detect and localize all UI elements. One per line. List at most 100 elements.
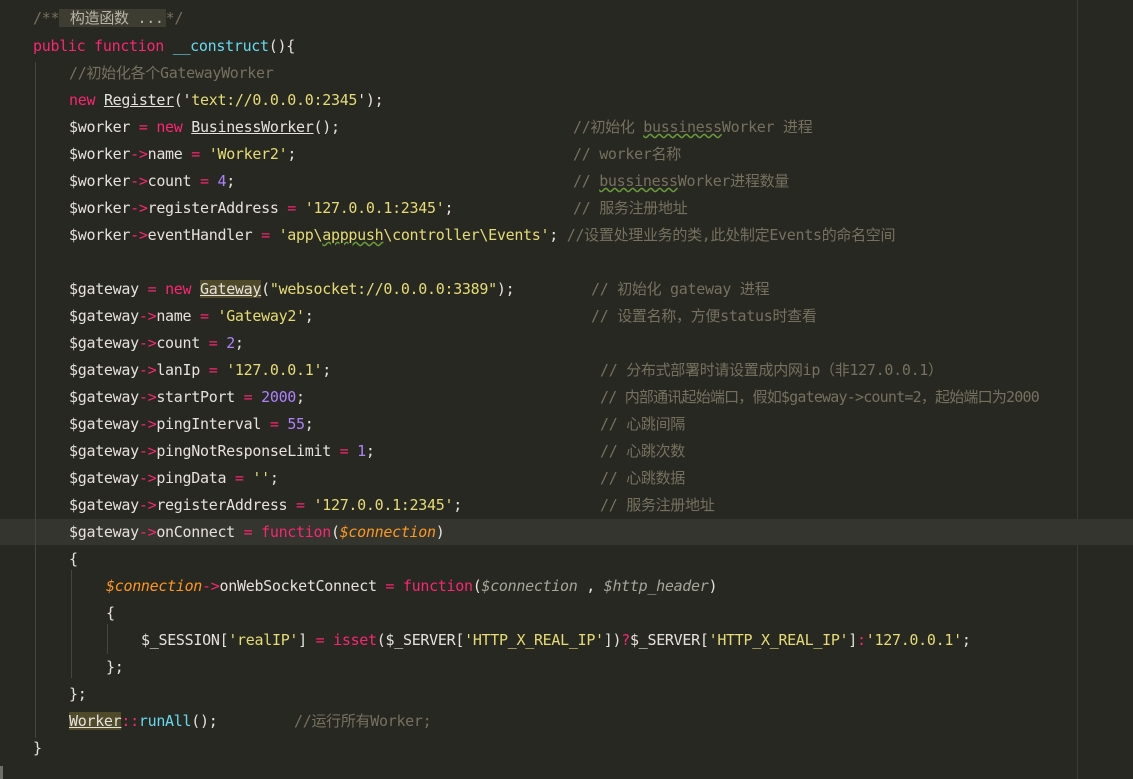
code-line-25[interactable]: };: [106, 654, 124, 681]
indent-guide: [107, 624, 108, 654]
class-name[interactable]: Register: [104, 91, 174, 109]
arrow-operator: ->: [130, 199, 148, 217]
code-line-5[interactable]: $worker = new BusinessWorker();: [69, 114, 340, 141]
class-name[interactable]: BusinessWorker: [191, 118, 314, 136]
code-line-27[interactable]: Worker::runAll();: [69, 708, 218, 735]
keyword: new: [165, 280, 192, 298]
code-line-14[interactable]: $gateway->lanIp = '127.0.0.1';: [69, 357, 331, 384]
right-margin-guide: [1077, 0, 1078, 779]
variable: $worker: [69, 199, 131, 217]
code-line-21[interactable]: {: [69, 546, 78, 573]
code-editor[interactable]: /** 构造函数 ... */ public function __constru…: [0, 0, 1133, 779]
method-name: runAll: [138, 712, 192, 730]
operator: =: [130, 118, 157, 136]
string: \controller\Events': [383, 226, 550, 244]
code-line-6[interactable]: $worker->name = 'Worker2';: [69, 141, 296, 168]
comment: // 分布式部署时请设置成内网ip（非127.0.0.1）: [600, 361, 943, 379]
operator: =: [306, 631, 334, 649]
variable: $gateway: [69, 361, 139, 379]
property: registerAddress: [156, 496, 288, 514]
variable: $gateway: [69, 307, 139, 325]
punctuation: ;: [287, 145, 297, 163]
punctuation: ;: [226, 172, 235, 190]
punctuation: ;: [304, 307, 314, 325]
punctuation: [: [699, 631, 709, 649]
folded-region[interactable]: 构造函数 ...: [59, 9, 166, 27]
string: '127.0.0.1:2345': [313, 496, 454, 514]
parameter: $http_header: [603, 577, 709, 595]
comment: // 初始化 gateway 进程: [591, 280, 770, 298]
punctuation: ;: [296, 388, 305, 406]
variable: $worker: [69, 145, 131, 163]
punctuation: ;: [269, 469, 279, 487]
code-line-12[interactable]: $gateway->name = 'Gateway2';: [69, 303, 314, 330]
code-line-23[interactable]: {: [106, 600, 115, 627]
brace: {: [69, 550, 78, 568]
property: pingInterval: [156, 415, 262, 433]
arrow-operator: ->: [130, 145, 148, 163]
code-line-15[interactable]: $gateway->startPort = 2000;: [69, 384, 305, 411]
code-line-24[interactable]: $_SESSION['realIP'] = isset($_SERVER['HT…: [141, 627, 971, 654]
arrow-operator: ->: [138, 388, 157, 406]
operator: =: [234, 388, 262, 406]
arrow-operator: ->: [130, 226, 148, 244]
code-line-16[interactable]: $gateway->pingInterval = 55;: [69, 411, 314, 438]
variable: $_SESSION: [141, 631, 220, 649]
code-comment-15: // 内部通讯起始端口，假如$gateway->count=2，起始端口为200…: [600, 384, 1040, 411]
keyword: new: [156, 118, 183, 136]
code-line-19[interactable]: $gateway->registerAddress = '127.0.0.1:2…: [69, 492, 462, 519]
punctuation: (: [376, 631, 386, 649]
class-name[interactable]: Worker: [69, 712, 122, 730]
code-line-22[interactable]: $connection->onWebSocketConnect = functi…: [106, 573, 718, 600]
code-comment-16: // 心跳间隔: [600, 411, 685, 438]
brace: {: [106, 604, 115, 622]
code-line-28[interactable]: }: [33, 735, 42, 762]
operator: =: [330, 442, 358, 460]
code-line-9[interactable]: $worker->eventHandler = 'app\apppush\con…: [69, 222, 896, 249]
class-name[interactable]: Gateway: [200, 280, 261, 298]
keyword: function: [261, 523, 331, 541]
code-line-2[interactable]: public function __construct(){: [33, 33, 295, 60]
spellcheck-word: bussiness: [643, 118, 722, 136]
property: onWebSocketConnect: [219, 577, 377, 595]
builtin-function: isset: [333, 631, 377, 649]
variable: $gateway: [69, 469, 139, 487]
code-line-1[interactable]: /** 构造函数 ... */: [33, 5, 183, 32]
property: count: [156, 334, 200, 352]
code-line-13[interactable]: $gateway->count = 2;: [69, 330, 244, 357]
operator: =: [191, 172, 218, 190]
comment: // 设置名称，方便status时查看: [591, 307, 817, 325]
variable: $gateway: [69, 388, 139, 406]
code-line-20[interactable]: $gateway->onConnect = function($connecti…: [69, 519, 445, 546]
variable: $worker: [69, 118, 131, 136]
code-line-17[interactable]: $gateway->pingNotResponseLimit = 1;: [69, 438, 375, 465]
code-comment-14: // 分布式部署时请设置成内网ip（非127.0.0.1）: [600, 357, 943, 384]
string: 'app\: [278, 226, 323, 244]
punctuation: ;: [444, 199, 454, 217]
code-line-4[interactable]: new Register('text://0.0.0.0:2345');: [69, 87, 384, 114]
parameter: $connection: [481, 577, 578, 595]
property: pingData: [156, 469, 227, 487]
code-line-8[interactable]: $worker->registerAddress = '127.0.0.1:23…: [69, 195, 453, 222]
spellcheck-word: bussiness: [599, 172, 678, 190]
punctuation: ]: [298, 631, 307, 649]
code-line-26[interactable]: };: [69, 681, 87, 708]
code-line-18[interactable]: $gateway->pingData = '';: [69, 465, 279, 492]
arrow-operator: ->: [202, 577, 220, 595]
code-line-3[interactable]: //初始化各个GatewayWorker: [69, 60, 274, 87]
indent-guide: [71, 570, 72, 678]
comment: // 服务注册地址: [573, 199, 688, 217]
keyword: new: [69, 91, 96, 109]
operator: =: [199, 334, 227, 352]
code-comment-5: //初始化 bussinessWorker 进程: [573, 114, 813, 141]
operator: =: [261, 415, 288, 433]
gutter-marker: [0, 766, 3, 779]
code-line-11[interactable]: $gateway = new Gateway("websocket://0.0.…: [69, 276, 515, 303]
code-line-7[interactable]: $worker->count = 4;: [69, 168, 235, 195]
operator: =: [252, 226, 279, 244]
variable: $_SERVER: [385, 631, 456, 649]
comment: // 心跳次数: [600, 442, 685, 460]
operator: =: [199, 361, 227, 379]
code-comment-18: // 心跳数据: [600, 465, 685, 492]
operator: =: [287, 496, 314, 514]
